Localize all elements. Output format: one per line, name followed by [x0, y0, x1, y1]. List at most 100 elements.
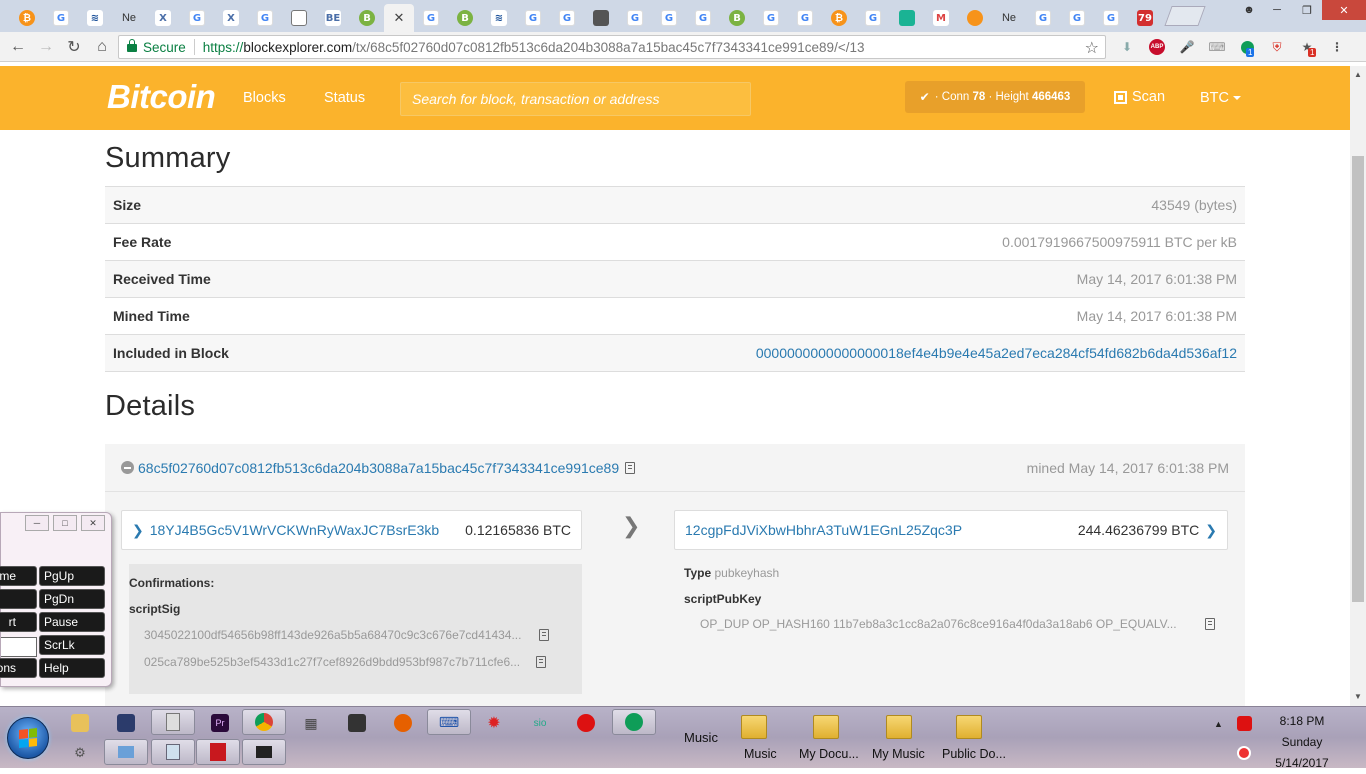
star-extension-icon[interactable]: ★ 1: [1292, 38, 1322, 57]
output-address-link[interactable]: 12cgpFdJViXbwHbhrA3TuW1EGnL25Zqc3P: [685, 522, 962, 538]
adblock-plus-icon[interactable]: ABP: [1142, 38, 1172, 56]
browser-tab[interactable]: M: [924, 4, 958, 32]
calculator-taskbar-button[interactable]: [151, 709, 195, 735]
apps-grid-icon[interactable]: ▦: [297, 712, 325, 734]
input-address-link[interactable]: 18YJ4B5Gc5V1WrVCKWnRyWaxJC7BsrE3kb: [150, 522, 439, 538]
tab-active-blockexplorer[interactable]: ✕: [384, 4, 414, 32]
browser-tab[interactable]: [282, 4, 316, 32]
user-profile-icon[interactable]: ☻: [1236, 0, 1262, 20]
browser-tab[interactable]: ₿: [10, 4, 44, 32]
terminal-taskbar-button[interactable]: [242, 739, 286, 765]
keyboard-extension-icon[interactable]: ⌨: [1202, 38, 1232, 56]
close-tab-icon[interactable]: ✕: [394, 10, 405, 26]
browser-tab[interactable]: G: [44, 4, 78, 32]
reload-icon[interactable]: ↻: [60, 33, 88, 61]
browser-tab[interactable]: ≋: [482, 4, 516, 32]
copy-icon[interactable]: [1204, 618, 1215, 630]
keyboard-key[interactable]: Pause: [39, 612, 105, 632]
keyboard-taskbar-button[interactable]: ⌨: [427, 709, 471, 735]
browser-tab[interactable]: [584, 4, 618, 32]
connection-status-badge[interactable]: ✔ · Conn 78 · Height 466463: [905, 81, 1085, 113]
home-icon[interactable]: ⌂: [88, 33, 116, 61]
keyboard-key[interactable]: ons: [0, 658, 37, 678]
folder-icon[interactable]: [886, 709, 912, 739]
remote-taskbar-button[interactable]: [104, 739, 148, 765]
minimize-button[interactable]: ─: [1262, 0, 1292, 20]
browser-tab[interactable]: B: [720, 4, 754, 32]
browser-tab[interactable]: Ne: [112, 4, 146, 32]
scroll-down-arrow-icon[interactable]: ▼: [1350, 688, 1366, 704]
keyboard-key[interactable]: rt: [0, 612, 37, 632]
browser-tab[interactable]: G: [180, 4, 214, 32]
copy-icon[interactable]: [625, 461, 636, 474]
maximize-button[interactable]: ❐: [1292, 0, 1322, 20]
chrome-taskbar-button[interactable]: [242, 709, 286, 735]
browser-tab[interactable]: Ne: [992, 4, 1026, 32]
nav-blocks-link[interactable]: Blocks: [243, 90, 286, 106]
antivirus-tray-icon[interactable]: [1230, 712, 1258, 734]
search-input[interactable]: Search for block, transaction or address: [400, 82, 751, 116]
system-clock[interactable]: 8:18 PM Sunday 5/14/2017: [1262, 711, 1342, 774]
transaction-id-link[interactable]: 68c5f02760d07c0812fb513c6da204b3088a7a15…: [138, 460, 619, 476]
keyboard-close-button[interactable]: ✕: [81, 515, 105, 531]
browser-tab[interactable]: 79: [1128, 4, 1162, 32]
microphone-icon[interactable]: 🎤: [1172, 38, 1202, 56]
browser-tab[interactable]: G: [788, 4, 822, 32]
forward-arrow-icon[interactable]: →: [32, 33, 60, 61]
globe-app-icon[interactable]: [572, 712, 600, 734]
back-arrow-icon[interactable]: ←: [4, 33, 32, 61]
browser-tab[interactable]: G: [754, 4, 788, 32]
film-icon[interactable]: [343, 712, 371, 734]
copy-icon[interactable]: [539, 629, 550, 641]
media-player-icon[interactable]: [112, 712, 140, 734]
folder-icon[interactable]: [813, 709, 839, 739]
browser-tab[interactable]: G: [1060, 4, 1094, 32]
secure-indicator[interactable]: Secure: [127, 39, 186, 55]
download-icon[interactable]: ⬇: [1112, 38, 1142, 56]
browser-tab[interactable]: G: [856, 4, 890, 32]
keyboard-key[interactable]: ScrLk: [39, 635, 105, 655]
sio-app-icon[interactable]: sio: [526, 712, 554, 734]
hangouts-taskbar-button[interactable]: [612, 709, 656, 735]
block-hash-link[interactable]: 0000000000000000018ef4e4b9e4e45a2ed7eca2…: [756, 345, 1237, 361]
scan-button[interactable]: Scan: [1114, 89, 1165, 105]
browser-tab[interactable]: G: [248, 4, 282, 32]
window-close-button[interactable]: ✕: [1322, 0, 1366, 20]
browser-tab[interactable]: B: [448, 4, 482, 32]
collapse-icon[interactable]: [121, 461, 134, 474]
scroll-up-arrow-icon[interactable]: ▲: [1350, 66, 1366, 82]
settings-icon[interactable]: ⚙: [66, 742, 94, 764]
record-tray-icon[interactable]: [1230, 742, 1258, 764]
keyboard-maximize-button[interactable]: □: [53, 515, 77, 531]
pdf-taskbar-button[interactable]: [196, 739, 240, 765]
browser-tab[interactable]: G: [550, 4, 584, 32]
browser-tab[interactable]: [890, 4, 924, 32]
browser-tab[interactable]: ₿: [822, 4, 856, 32]
firefox-icon[interactable]: [389, 712, 417, 734]
new-tab-button[interactable]: [1164, 6, 1206, 26]
page-scrollbar[interactable]: ▲ ▼: [1350, 66, 1366, 706]
browser-tab[interactable]: G: [618, 4, 652, 32]
keyboard-key[interactable]: PgDn: [39, 589, 105, 609]
shield-extension-icon[interactable]: ⛨: [1262, 38, 1292, 56]
browser-tab[interactable]: G: [1094, 4, 1128, 32]
burst-app-icon[interactable]: ✹: [480, 712, 508, 734]
browser-tab[interactable]: G: [652, 4, 686, 32]
show-hidden-icons-arrow-icon[interactable]: ▲: [1214, 719, 1223, 729]
browser-tab[interactable]: ≋: [78, 4, 112, 32]
keyboard-key[interactable]: me: [0, 566, 37, 586]
keyboard-key[interactable]: [0, 589, 37, 609]
copy-icon[interactable]: [536, 656, 547, 668]
file-explorer-icon[interactable]: [66, 712, 94, 734]
premiere-icon[interactable]: Pr: [206, 712, 234, 734]
start-button[interactable]: [7, 717, 49, 759]
chevron-right-icon[interactable]: ❯: [1205, 522, 1217, 539]
hangouts-extension-icon[interactable]: 1: [1232, 38, 1262, 57]
address-bar[interactable]: Secure https://blockexplorer.com/tx/68c5…: [118, 35, 1106, 59]
browser-tab[interactable]: G: [1026, 4, 1060, 32]
keyboard-key[interactable]: PgUp: [39, 566, 105, 586]
keyboard-key[interactable]: Help: [39, 658, 105, 678]
browser-tab[interactable]: G: [686, 4, 720, 32]
input-row[interactable]: ❯ 18YJ4B5Gc5V1WrVCKWnRyWaxJC7BsrE3kb 0.1…: [121, 510, 582, 550]
currency-dropdown[interactable]: BTC: [1200, 90, 1241, 106]
